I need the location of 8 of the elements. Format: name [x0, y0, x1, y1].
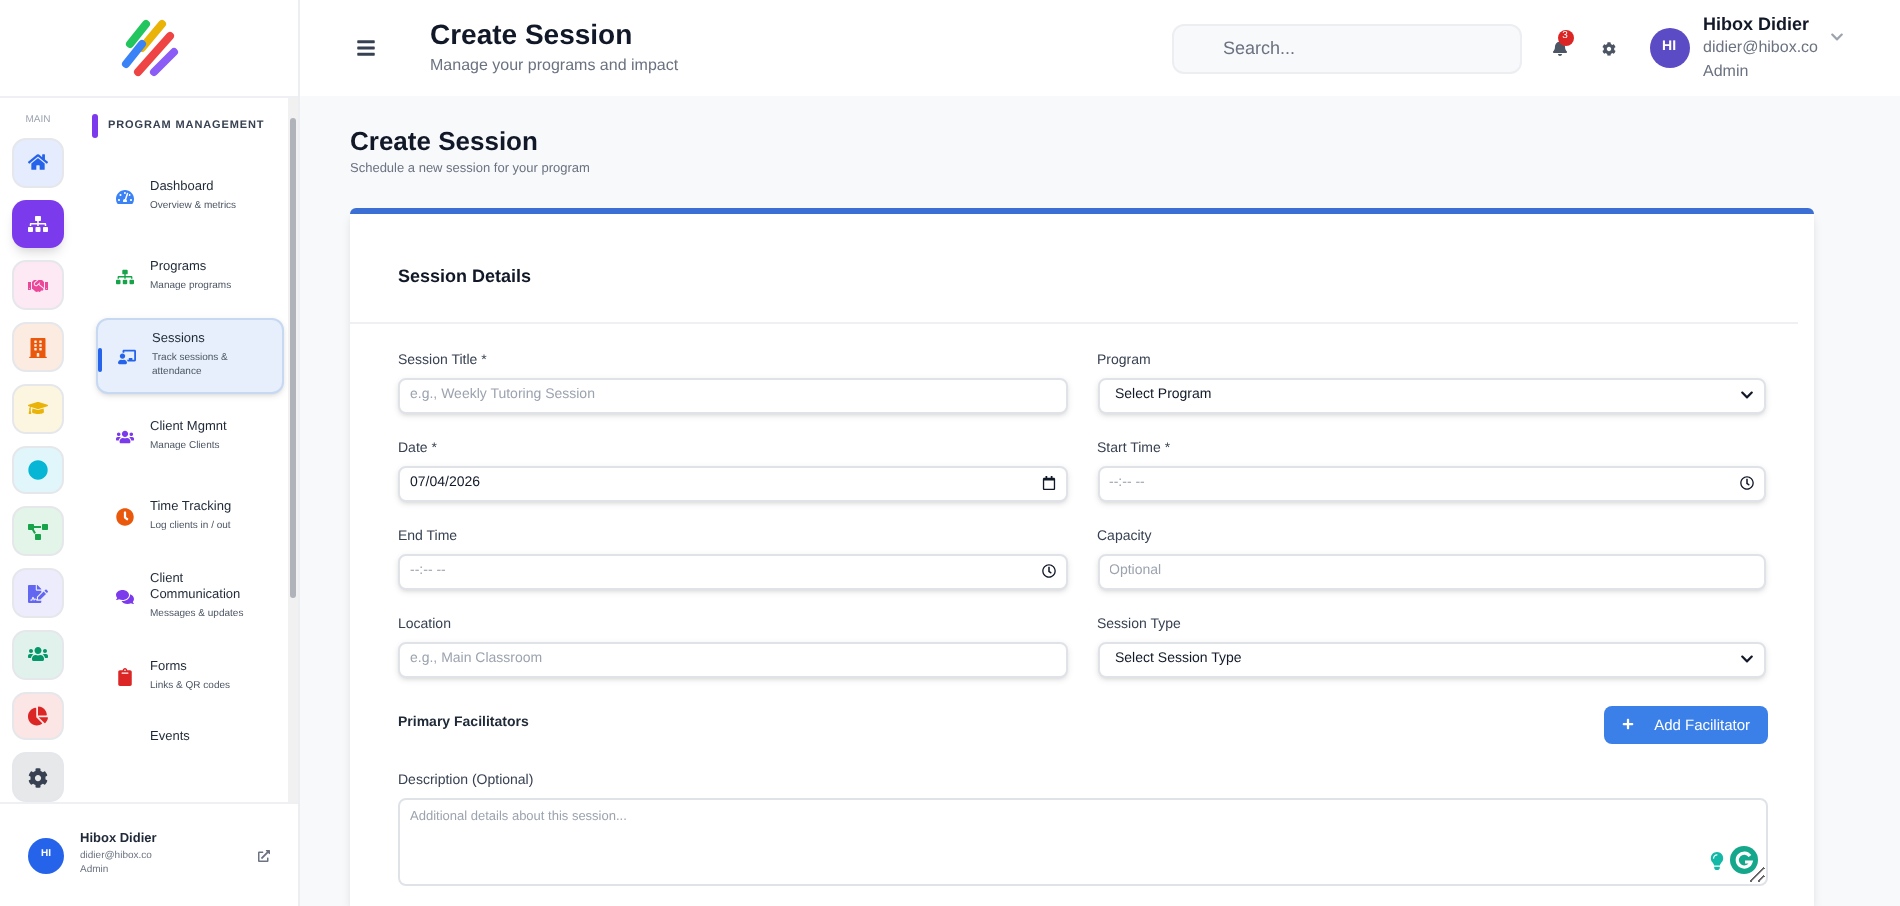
- user-role: Admin: [1703, 59, 1751, 83]
- card-title: Session Details: [398, 265, 532, 286]
- header-title: Create Session: [430, 18, 635, 50]
- search-field[interactable]: Search...: [1171, 23, 1522, 73]
- page-title: Create Session: [350, 128, 540, 156]
- user-name: Hibox Didier: [1703, 13, 1812, 35]
- user-email: didier@hibox.co: [1703, 35, 1818, 59]
- header-subtitle: Manage your programs and impact: [430, 54, 681, 78]
